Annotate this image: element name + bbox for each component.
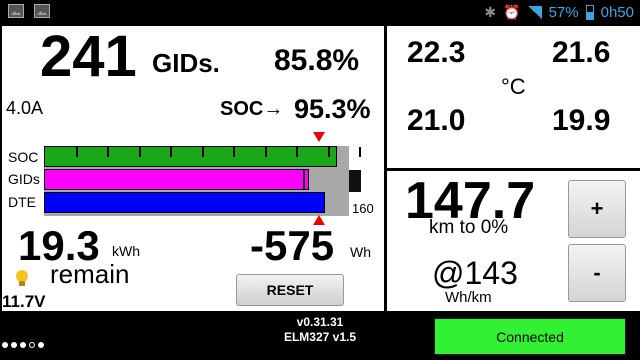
reset-button[interactable]: RESET (236, 274, 344, 306)
page-dot (11, 342, 17, 348)
gauge-tick (265, 147, 267, 157)
gids-marker (303, 170, 305, 189)
adapter-version: ELM327 v1.5 (283, 330, 357, 344)
voltage-value: 11.7V (2, 292, 46, 311)
battery-panel: 241 GIDs. 85.8% 4.0A SOC→ 95.3% SOC GIDs… (2, 26, 384, 311)
soc-ticks (44, 147, 361, 157)
status-bar: ✱ ⏰ 57% 0h50 (0, 0, 640, 26)
gauge-tick (233, 147, 235, 157)
page-dot (20, 342, 26, 348)
temp-top-left: 22.3 (407, 36, 466, 69)
bar-label-gids: GIDs (8, 171, 40, 187)
temperature-panel: 22.3 21.6 °C 21.0 19.9 (387, 26, 640, 168)
energy-caption: remain (50, 259, 130, 289)
gauge-tick (202, 147, 204, 157)
dte-bar (44, 192, 325, 213)
soc-target-marker (313, 132, 325, 142)
gauge-tick (296, 147, 298, 157)
range-panel: 147.7 km to 0% @143 Wh/km + - (387, 171, 640, 311)
bar-label-soc: SOC (8, 149, 39, 165)
soc-value: 95.3% (294, 94, 371, 124)
temp-top-right: 21.6 (552, 36, 611, 69)
gids-bar (44, 169, 309, 190)
energy-unit: kWh (112, 243, 140, 259)
soc-label: SOC→ (220, 98, 284, 120)
battery-icon (585, 5, 594, 20)
image-icon (34, 4, 50, 18)
gauge-tick (139, 147, 141, 157)
temp-bottom-left: 21.0 (407, 104, 466, 137)
gauge-tick (76, 147, 78, 157)
power-value: -575 (250, 222, 335, 269)
efficiency-unit: Wh/km (445, 289, 492, 306)
decrease-button[interactable]: - (568, 244, 626, 302)
efficiency-value: @143 (432, 255, 518, 291)
bar-label-dte: DTE (8, 194, 36, 210)
page-indicator (2, 342, 44, 348)
temp-bottom-right: 19.9 (552, 104, 611, 137)
temp-unit: °C (501, 74, 526, 99)
bar-max-label: 160 (352, 201, 374, 216)
gids-unit: GIDs. (152, 48, 220, 78)
gauge-tick (359, 147, 361, 157)
version-info: v0.31.31 ELM327 v1.5 (250, 315, 390, 345)
gauge-tick (328, 147, 330, 157)
page-dot (38, 342, 44, 348)
gauge-tick (170, 147, 172, 157)
signal-icon (527, 6, 542, 19)
page-dot-current (29, 342, 35, 348)
battery-percent: 57% (548, 4, 579, 21)
bluetooth-icon: ✱ (484, 4, 497, 20)
page-dot (2, 342, 8, 348)
increase-button[interactable]: + (568, 180, 626, 238)
gids-percent: 85.8% (274, 44, 360, 77)
image-icon (8, 4, 24, 18)
connection-status-button[interactable]: Connected (434, 318, 626, 355)
battery-terminal (349, 170, 361, 192)
current-value: 4.0A (6, 98, 44, 118)
app-version: v0.31.31 (296, 315, 344, 329)
power-unit: Wh (350, 244, 371, 260)
range-caption: km to 0% (429, 217, 509, 238)
clock: 0h50 (600, 4, 634, 21)
lightbulb-icon (16, 270, 28, 286)
gauge-tick (107, 147, 109, 157)
gids-value: 241 (40, 24, 137, 89)
alarm-icon: ⏰ (503, 4, 521, 20)
